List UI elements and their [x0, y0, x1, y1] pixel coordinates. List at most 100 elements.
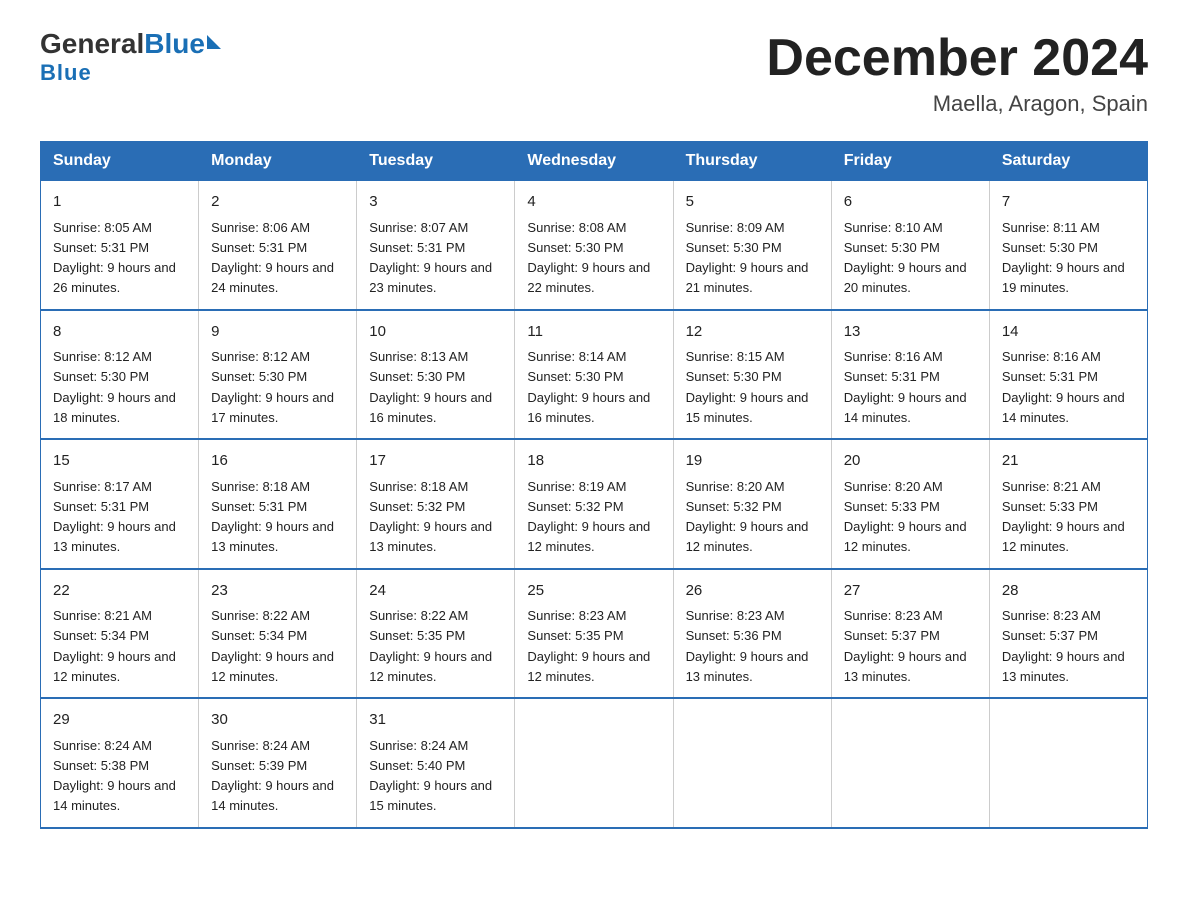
- day-number: 15: [53, 450, 186, 473]
- day-number: 28: [1002, 580, 1135, 603]
- calendar-cell: 10 Sunrise: 8:13 AMSunset: 5:30 PMDayligh…: [357, 310, 515, 440]
- calendar-header-row: SundayMondayTuesdayWednesdayThursdayFrid…: [41, 142, 1148, 181]
- calendar-cell: 31 Sunrise: 8:24 AMSunset: 5:40 PMDayligh…: [357, 698, 515, 828]
- day-number: 23: [211, 580, 344, 603]
- day-detail: Sunrise: 8:16 AMSunset: 5:31 PMDaylight:…: [844, 349, 967, 425]
- calendar-cell: 13 Sunrise: 8:16 AMSunset: 5:31 PMDayligh…: [831, 310, 989, 440]
- day-detail: Sunrise: 8:17 AMSunset: 5:31 PMDaylight:…: [53, 479, 176, 555]
- day-number: 11: [527, 321, 660, 344]
- calendar-header-friday: Friday: [831, 142, 989, 181]
- day-detail: Sunrise: 8:14 AMSunset: 5:30 PMDaylight:…: [527, 349, 650, 425]
- day-detail: Sunrise: 8:18 AMSunset: 5:31 PMDaylight:…: [211, 479, 334, 555]
- day-detail: Sunrise: 8:07 AMSunset: 5:31 PMDaylight:…: [369, 220, 492, 296]
- logo-blue-text: Blue: [144, 30, 205, 58]
- calendar-cell: 21Sunrise: 8:21 AMSunset: 5:33 PMDayligh…: [989, 439, 1147, 569]
- day-number: 10: [369, 321, 502, 344]
- calendar-week-row: 22 Sunrise: 8:21 AMSunset: 5:34 PMDayligh…: [41, 569, 1148, 699]
- calendar-cell: 12 Sunrise: 8:15 AMSunset: 5:30 PMDayligh…: [673, 310, 831, 440]
- title-block: December 2024 Maella, Aragon, Spain: [766, 30, 1148, 117]
- calendar-cell: 6 Sunrise: 8:10 AMSunset: 5:30 PMDaylight…: [831, 181, 989, 310]
- calendar-cell: [989, 698, 1147, 828]
- calendar-header-sunday: Sunday: [41, 142, 199, 181]
- day-number: 2: [211, 191, 344, 214]
- day-number: 25: [527, 580, 660, 603]
- calendar-cell: 1 Sunrise: 8:05 AMSunset: 5:31 PMDaylight…: [41, 181, 199, 310]
- day-detail: Sunrise: 8:06 AMSunset: 5:31 PMDaylight:…: [211, 220, 334, 296]
- day-detail: Sunrise: 8:24 AMSunset: 5:40 PMDaylight:…: [369, 738, 492, 814]
- calendar-cell: [831, 698, 989, 828]
- day-detail: Sunrise: 8:10 AMSunset: 5:30 PMDaylight:…: [844, 220, 967, 296]
- calendar-cell: 16 Sunrise: 8:18 AMSunset: 5:31 PMDayligh…: [199, 439, 357, 569]
- day-number: 16: [211, 450, 344, 473]
- day-number: 19: [686, 450, 819, 473]
- day-number: 13: [844, 321, 977, 344]
- calendar-cell: 11 Sunrise: 8:14 AMSunset: 5:30 PMDayligh…: [515, 310, 673, 440]
- day-number: 27: [844, 580, 977, 603]
- page-subtitle: Maella, Aragon, Spain: [766, 91, 1148, 117]
- calendar-header-wednesday: Wednesday: [515, 142, 673, 181]
- day-detail: Sunrise: 8:11 AMSunset: 5:30 PMDaylight:…: [1002, 220, 1125, 296]
- day-number: 18: [527, 450, 660, 473]
- calendar-cell: 9Sunrise: 8:12 AMSunset: 5:30 PMDaylight…: [199, 310, 357, 440]
- day-detail: Sunrise: 8:16 AMSunset: 5:31 PMDaylight:…: [1002, 349, 1125, 425]
- logo-underline: Blue: [40, 60, 92, 86]
- day-number: 22: [53, 580, 186, 603]
- day-number: 17: [369, 450, 502, 473]
- calendar-cell: [673, 698, 831, 828]
- day-detail: Sunrise: 8:08 AMSunset: 5:30 PMDaylight:…: [527, 220, 650, 296]
- calendar-cell: 27 Sunrise: 8:23 AMSunset: 5:37 PMDayligh…: [831, 569, 989, 699]
- day-number: 14: [1002, 321, 1135, 344]
- calendar-cell: 4Sunrise: 8:08 AMSunset: 5:30 PMDaylight…: [515, 181, 673, 310]
- day-detail: Sunrise: 8:23 AMSunset: 5:37 PMDaylight:…: [1002, 608, 1125, 684]
- logo-triangle-icon: [207, 35, 221, 49]
- day-detail: Sunrise: 8:13 AMSunset: 5:30 PMDaylight:…: [369, 349, 492, 425]
- day-detail: Sunrise: 8:12 AMSunset: 5:30 PMDaylight:…: [211, 349, 334, 425]
- day-detail: Sunrise: 8:15 AMSunset: 5:30 PMDaylight:…: [686, 349, 809, 425]
- day-detail: Sunrise: 8:18 AMSunset: 5:32 PMDaylight:…: [369, 479, 492, 555]
- day-detail: Sunrise: 8:23 AMSunset: 5:37 PMDaylight:…: [844, 608, 967, 684]
- page-header: GeneralBlue Blue December 2024 Maella, A…: [40, 30, 1148, 117]
- calendar-cell: 19 Sunrise: 8:20 AMSunset: 5:32 PMDayligh…: [673, 439, 831, 569]
- calendar-cell: 23 Sunrise: 8:22 AMSunset: 5:34 PMDayligh…: [199, 569, 357, 699]
- logo: GeneralBlue Blue: [40, 30, 221, 86]
- calendar-cell: 2 Sunrise: 8:06 AMSunset: 5:31 PMDaylight…: [199, 181, 357, 310]
- day-detail: Sunrise: 8:20 AMSunset: 5:33 PMDaylight:…: [844, 479, 967, 555]
- day-detail: Sunrise: 8:20 AMSunset: 5:32 PMDaylight:…: [686, 479, 809, 555]
- page-title: December 2024: [766, 30, 1148, 87]
- day-detail: Sunrise: 8:24 AMSunset: 5:38 PMDaylight:…: [53, 738, 176, 814]
- calendar-cell: 26Sunrise: 8:23 AMSunset: 5:36 PMDayligh…: [673, 569, 831, 699]
- day-number: 30: [211, 709, 344, 732]
- calendar-cell: 24 Sunrise: 8:22 AMSunset: 5:35 PMDayligh…: [357, 569, 515, 699]
- calendar-cell: 20Sunrise: 8:20 AMSunset: 5:33 PMDayligh…: [831, 439, 989, 569]
- calendar-cell: 14 Sunrise: 8:16 AMSunset: 5:31 PMDayligh…: [989, 310, 1147, 440]
- calendar-cell: 17 Sunrise: 8:18 AMSunset: 5:32 PMDayligh…: [357, 439, 515, 569]
- day-detail: Sunrise: 8:09 AMSunset: 5:30 PMDaylight:…: [686, 220, 809, 296]
- calendar-cell: 7Sunrise: 8:11 AMSunset: 5:30 PMDaylight…: [989, 181, 1147, 310]
- logo-general-text: General: [40, 30, 144, 58]
- day-detail: Sunrise: 8:22 AMSunset: 5:35 PMDaylight:…: [369, 608, 492, 684]
- calendar-cell: 5 Sunrise: 8:09 AMSunset: 5:30 PMDaylight…: [673, 181, 831, 310]
- day-detail: Sunrise: 8:22 AMSunset: 5:34 PMDaylight:…: [211, 608, 334, 684]
- calendar-cell: 3 Sunrise: 8:07 AMSunset: 5:31 PMDaylight…: [357, 181, 515, 310]
- day-number: 5: [686, 191, 819, 214]
- day-number: 31: [369, 709, 502, 732]
- calendar-cell: 22 Sunrise: 8:21 AMSunset: 5:34 PMDayligh…: [41, 569, 199, 699]
- day-detail: Sunrise: 8:23 AMSunset: 5:36 PMDaylight:…: [686, 608, 809, 684]
- day-number: 1: [53, 191, 186, 214]
- calendar-cell: 29 Sunrise: 8:24 AMSunset: 5:38 PMDayligh…: [41, 698, 199, 828]
- day-number: 24: [369, 580, 502, 603]
- day-number: 3: [369, 191, 502, 214]
- day-detail: Sunrise: 8:21 AMSunset: 5:34 PMDaylight:…: [53, 608, 176, 684]
- day-number: 6: [844, 191, 977, 214]
- calendar-cell: 25Sunrise: 8:23 AMSunset: 5:35 PMDayligh…: [515, 569, 673, 699]
- calendar-week-row: 15 Sunrise: 8:17 AMSunset: 5:31 PMDayligh…: [41, 439, 1148, 569]
- calendar-cell: 15 Sunrise: 8:17 AMSunset: 5:31 PMDayligh…: [41, 439, 199, 569]
- calendar-header-thursday: Thursday: [673, 142, 831, 181]
- calendar-cell: 30Sunrise: 8:24 AMSunset: 5:39 PMDayligh…: [199, 698, 357, 828]
- day-detail: Sunrise: 8:05 AMSunset: 5:31 PMDaylight:…: [53, 220, 176, 296]
- day-detail: Sunrise: 8:12 AMSunset: 5:30 PMDaylight:…: [53, 349, 176, 425]
- day-number: 29: [53, 709, 186, 732]
- day-detail: Sunrise: 8:19 AMSunset: 5:32 PMDaylight:…: [527, 479, 650, 555]
- calendar-header-monday: Monday: [199, 142, 357, 181]
- day-number: 12: [686, 321, 819, 344]
